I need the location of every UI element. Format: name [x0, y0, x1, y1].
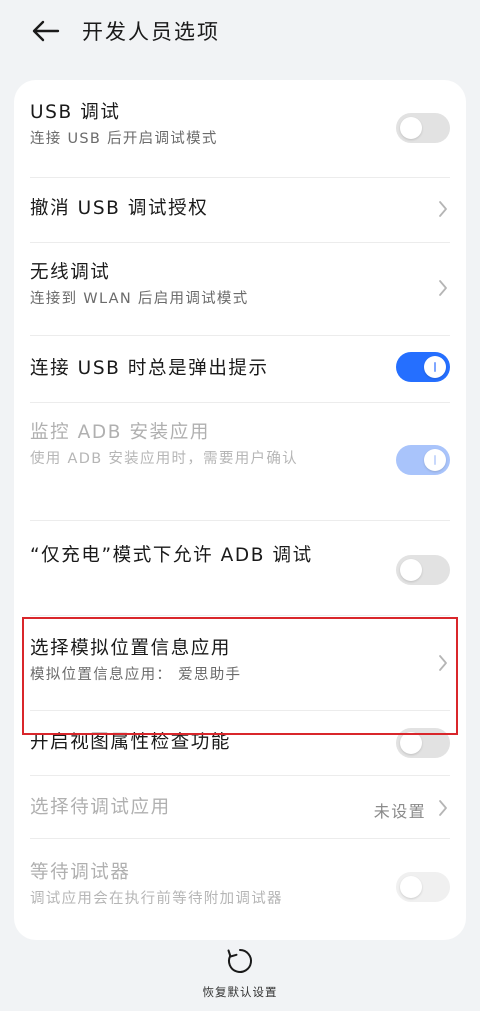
restore-defaults-label: 恢复默认设置: [202, 985, 278, 999]
app-bar: 开发人员选项: [0, 0, 480, 62]
divider: [30, 335, 450, 336]
setting-wireless-debugging[interactable]: 无线调试 连接到 WLAN 后启用调试模式: [14, 260, 466, 320]
settings-card: USB 调试 连接 USB 后开启调试模式 撤消 USB 调试授权 无线调试 连…: [14, 80, 466, 940]
chevron-right-icon: [436, 278, 450, 298]
arrow-left-icon: [32, 20, 60, 42]
setting-revoke-usb-auth[interactable]: 撤消 USB 调试授权: [14, 196, 466, 226]
divider: [30, 615, 450, 616]
setting-title: 等待调试器: [30, 862, 131, 883]
setting-mock-location-app[interactable]: 选择模拟位置信息应用 模拟位置信息应用： 爱思助手: [14, 636, 466, 696]
toggle-knob: [424, 449, 446, 471]
setting-title: USB 调试: [30, 102, 121, 123]
divider: [30, 775, 450, 776]
divider: [30, 520, 450, 521]
toggle-knob: [400, 559, 422, 581]
usb-debugging-toggle[interactable]: [396, 113, 450, 143]
chevron-right-icon: [436, 653, 450, 673]
setting-title: 撤消 USB 调试授权: [30, 198, 209, 219]
charge-only-adb-toggle[interactable]: [396, 555, 450, 585]
setting-title: 监控 ADB 安装应用: [30, 422, 210, 443]
wait-for-debugger-toggle: [396, 872, 450, 902]
setting-subtitle: 使用 ADB 安装应用时，需要用户确认: [30, 451, 298, 467]
setting-title: “仅充电”模式下允许 ADB 调试: [30, 545, 313, 566]
toggle-knob: [400, 876, 422, 898]
setting-value: 未设置: [373, 802, 426, 821]
setting-title: 连接 USB 时总是弹出提示: [30, 358, 269, 379]
monitor-adb-toggle: [396, 445, 450, 475]
usb-prompt-toggle[interactable]: [396, 352, 450, 382]
chevron-right-icon: [436, 199, 450, 219]
setting-subtitle: 调试应用会在执行前等待附加调试器: [30, 891, 283, 907]
setting-usb-debugging[interactable]: USB 调试 连接 USB 后开启调试模式: [14, 100, 466, 180]
restore-defaults-button[interactable]: 恢复默认设置: [190, 946, 290, 1006]
setting-subtitle: 连接到 WLAN 后启用调试模式: [30, 291, 249, 307]
setting-title: 选择模拟位置信息应用: [30, 638, 232, 659]
reset-icon: [227, 949, 252, 973]
page-title: 开发人员选项: [82, 20, 220, 44]
view-attribute-toggle[interactable]: [396, 728, 450, 758]
toggle-knob: [400, 732, 422, 754]
setting-title: 无线调试: [30, 262, 111, 283]
toggle-knob: [400, 117, 422, 139]
divider: [30, 838, 450, 839]
setting-title: 开启视图属性检查功能: [30, 732, 232, 753]
back-button[interactable]: [26, 11, 66, 51]
divider: [30, 242, 450, 243]
toggle-knob: [424, 356, 446, 378]
chevron-right-icon: [436, 798, 450, 818]
setting-subtitle: 连接 USB 后开启调试模式: [30, 131, 218, 147]
setting-subtitle: 模拟位置信息应用： 爱思助手: [30, 667, 242, 683]
divider: [30, 177, 450, 178]
divider: [30, 710, 450, 711]
divider: [30, 402, 450, 403]
